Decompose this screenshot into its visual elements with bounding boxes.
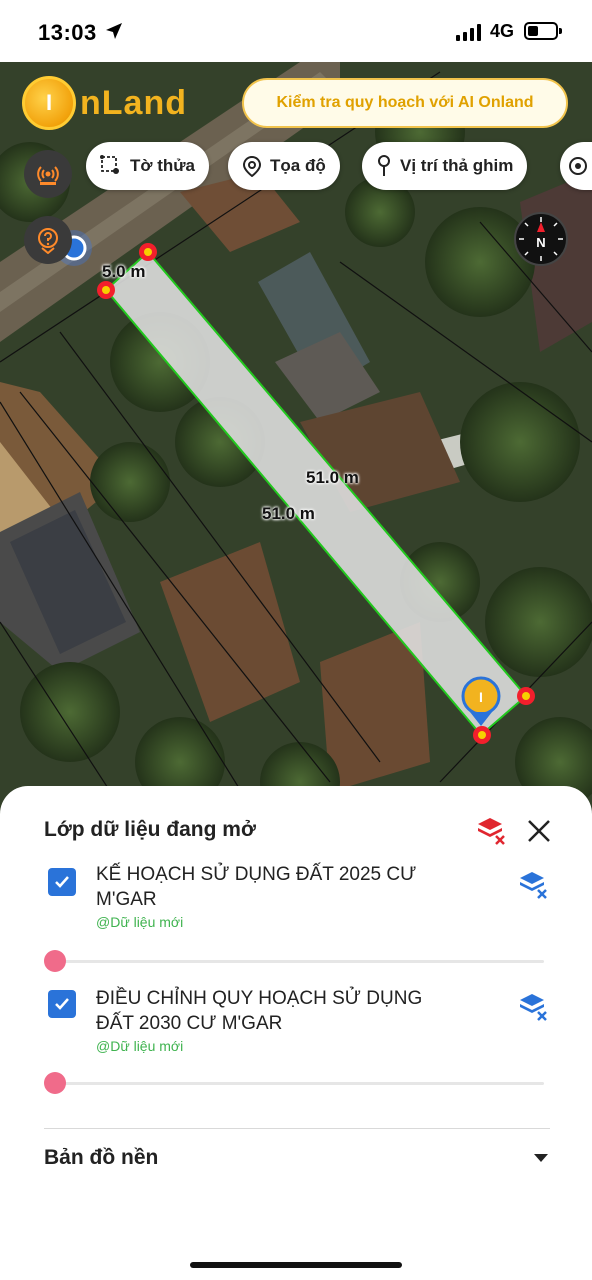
- edge-length-label: 5.0 m: [102, 262, 146, 281]
- edge-length-label: 51.0 m: [262, 504, 315, 523]
- layer-checkbox[interactable]: [48, 990, 76, 1018]
- edge-length-label: 51.0 m: [306, 468, 359, 487]
- ai-check-button[interactable]: Kiểm tra quy hoạch với AI Onland: [242, 78, 568, 128]
- checkmark-icon: [55, 876, 69, 888]
- chip-pin-drop[interactable]: Vị trí thả ghim: [362, 142, 528, 190]
- pin-drop-icon: [378, 155, 390, 176]
- chip-label: Vị trí thả ghim: [400, 156, 514, 175]
- vertex-marker[interactable]: [473, 726, 491, 744]
- layer-remove-icon[interactable]: [518, 990, 550, 1022]
- layer-remove-icon[interactable]: [518, 868, 550, 900]
- compass-icon: N: [519, 217, 563, 261]
- compass-button[interactable]: N: [514, 212, 568, 266]
- divider: [44, 1128, 550, 1129]
- vertex-marker[interactable]: [517, 687, 535, 705]
- compass-label: N: [536, 235, 545, 250]
- parcel-icon: [100, 155, 119, 174]
- vertex-marker[interactable]: [97, 281, 115, 299]
- sheet-title: Lớp dữ liệu đang mở: [44, 818, 256, 841]
- vertex-marker[interactable]: [139, 243, 157, 261]
- layers-sheet: Lớp dữ liệu đang mở KẾ HOẠCH SỬ DỤNG ĐẤT…: [0, 786, 592, 1280]
- help-location-button[interactable]: [24, 216, 72, 264]
- location-arrow-icon: [106, 23, 122, 39]
- layer-source: @Dữ liệu mới: [96, 914, 184, 930]
- slider-track: [44, 960, 544, 963]
- target-icon: [569, 157, 587, 175]
- layer-item: ĐIỀU CHỈNH QUY HOẠCH SỬ DỤNG ĐẤT 2030 CƯ…: [48, 986, 548, 1066]
- onland-logo: I nLand: [22, 76, 187, 130]
- close-icon[interactable]: [524, 816, 554, 846]
- broadcast-icon: [37, 166, 59, 185]
- layer-name: KẾ HOẠCH SỬ DỤNG ĐẤT 2025 CƯ M'GAR: [96, 864, 417, 910]
- app-screen: 13:03 4G I 5.0 m 51.0 m 51.0 m I nLand K…: [0, 0, 592, 1280]
- slider-thumb[interactable]: [44, 1072, 66, 1094]
- map-view[interactable]: I 5.0 m 51.0 m 51.0 m I nLand Kiểm tra q…: [0, 62, 592, 822]
- svg-text:I: I: [479, 689, 483, 705]
- clear-layers-icon[interactable]: [476, 814, 508, 846]
- status-time: 13:03: [38, 20, 97, 45]
- question-pin-icon: [38, 228, 58, 254]
- chip-label: Tọa độ: [270, 156, 326, 175]
- chip-coordinates[interactable]: Tọa độ: [228, 142, 340, 190]
- signal-tower-button[interactable]: [24, 150, 72, 198]
- checkmark-icon: [55, 998, 69, 1010]
- chip-parcel[interactable]: Tờ thửa: [86, 142, 210, 190]
- layer-item: KẾ HOẠCH SỬ DỤNG ĐẤT 2025 CƯ M'GAR @Dữ l…: [48, 862, 548, 942]
- network-type: 4G: [490, 21, 515, 41]
- layer-checkbox[interactable]: [48, 868, 76, 896]
- opacity-slider[interactable]: [44, 1072, 544, 1094]
- slider-thumb[interactable]: [44, 950, 66, 972]
- status-bar: 13:03 4G: [0, 0, 592, 62]
- basemap-label[interactable]: Bản đồ nền: [44, 1146, 158, 1170]
- signal-icon: [456, 24, 481, 41]
- chevron-down-icon[interactable]: [534, 1154, 548, 1162]
- layer-source: @Dữ liệu mới: [96, 1038, 184, 1054]
- logo-text: nLand: [80, 83, 187, 122]
- logo-coin-icon: I: [22, 76, 76, 130]
- chip-label: Tờ thửa: [130, 156, 196, 175]
- home-indicator: [190, 1262, 402, 1268]
- slider-track: [44, 1082, 544, 1085]
- layer-name: ĐIỀU CHỈNH QUY HOẠCH SỬ DỤNG ĐẤT 2030 CƯ…: [96, 988, 423, 1034]
- center-pin-icon[interactable]: I: [461, 676, 501, 726]
- battery-icon: [524, 22, 562, 40]
- opacity-slider[interactable]: [44, 950, 544, 972]
- location-pin-icon: [242, 155, 262, 177]
